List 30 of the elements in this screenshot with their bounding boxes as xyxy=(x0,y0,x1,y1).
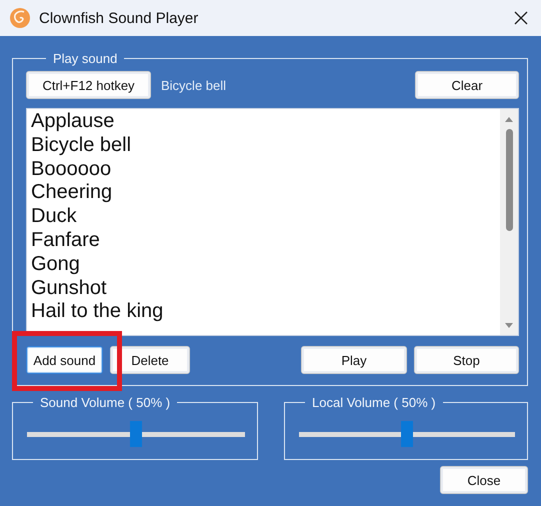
down-arrow-icon[interactable] xyxy=(504,322,514,330)
sound-item[interactable]: Gong xyxy=(31,252,500,277)
sound-item[interactable]: Bicycle bell xyxy=(31,134,500,158)
group-label: Local Volume ( 50% ) xyxy=(311,395,437,410)
scroll-bar[interactable] xyxy=(500,109,518,335)
sound-item[interactable]: Applause xyxy=(31,110,500,134)
play-button[interactable]: Play xyxy=(301,346,407,374)
close-button[interactable]: Close xyxy=(440,466,528,494)
window-title: Clownfish Sound Player xyxy=(39,10,200,26)
slider-thumb[interactable] xyxy=(130,421,142,447)
scroll-thumb[interactable] xyxy=(506,129,512,231)
delete-button[interactable]: Delete xyxy=(110,346,190,374)
add-sound-button[interactable]: Add sound xyxy=(26,346,103,374)
sound-item[interactable]: Duck xyxy=(31,205,500,229)
stop-button[interactable]: Stop xyxy=(414,346,519,374)
slider-thumb[interactable] xyxy=(401,421,413,447)
group-label: Play sound xyxy=(52,51,118,66)
sound-item[interactable]: Gunshot xyxy=(31,276,500,300)
sound-item[interactable]: Boooooo xyxy=(31,158,500,182)
close-icon[interactable] xyxy=(514,11,528,25)
spiral-icon xyxy=(9,7,31,29)
sound-item[interactable]: Cheering xyxy=(31,181,500,206)
sound-list[interactable]: Applause Bicycle bell Boooooo Cheering Duck Fanfare Gong Gunshot Hail to the king xyxy=(26,108,519,336)
clear-button[interactable]: Clear xyxy=(415,71,519,99)
sound-item[interactable]: Fanfare xyxy=(31,228,500,253)
hotkey-button[interactable]: Ctrl+F12 hotkey xyxy=(26,71,151,99)
group-label: Sound Volume ( 50% ) xyxy=(39,395,172,410)
up-arrow-icon[interactable] xyxy=(504,115,514,123)
hotkey-sound-label: Bicycle bell xyxy=(161,78,228,92)
sound-item[interactable]: Hail to the king xyxy=(31,300,500,324)
